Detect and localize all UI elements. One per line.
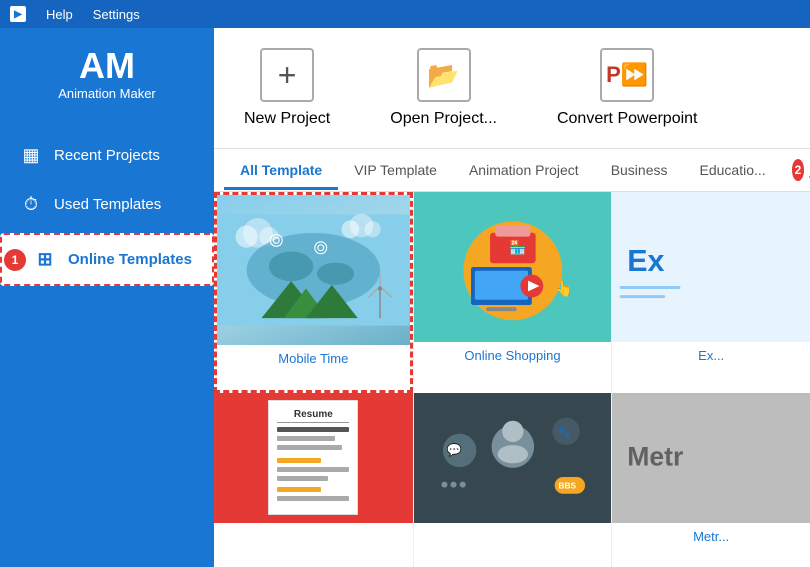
sidebar-item-label-recent: Recent Projects	[54, 147, 160, 164]
resume-thumbnail: Resume	[214, 393, 413, 523]
recent-projects-icon: ▦	[20, 145, 42, 166]
tab-all-template[interactable]: All Template	[224, 150, 338, 190]
action-bar: + New Project 📂 Open Project... P⏩ Conve…	[214, 28, 810, 149]
convert-powerpoint-label: Convert Powerpoint	[557, 110, 698, 128]
social-svg: 💬 🐾 BBS	[414, 393, 612, 523]
svg-text:🐾: 🐾	[557, 426, 570, 438]
template-name-extra2: Metr...	[687, 523, 735, 550]
convert-powerpoint-icon: P⏩	[600, 48, 654, 102]
content-area: + New Project 📂 Open Project... P⏩ Conve…	[214, 28, 810, 567]
sidebar-item-online-templates[interactable]: ⊞ Online Templates	[0, 233, 214, 286]
tab-bar: All Template VIP Template Animation Proj…	[214, 149, 810, 192]
template-card-online-shopping[interactable]: 🏪 👆 Online Shopping	[413, 192, 612, 393]
template-name-mobile-time: Mobile Time	[272, 345, 354, 372]
sidebar-item-label-online: Online Templates	[68, 251, 192, 268]
tab-education[interactable]: Educatio...	[684, 150, 782, 190]
svg-text:💬: 💬	[446, 442, 461, 457]
mobile-time-svg	[217, 195, 410, 345]
svg-text:BBS: BBS	[558, 480, 576, 490]
tab-vip-template[interactable]: VIP Template	[338, 150, 453, 190]
online-shopping-svg: 🏪 👆	[414, 192, 612, 342]
menu-bar: ▶ Help Settings	[0, 0, 810, 28]
online-templates-icon: ⊞	[34, 249, 56, 270]
sidebar-logo: AM Animation Maker	[58, 48, 156, 101]
svg-text:Metr: Metr	[628, 441, 684, 471]
new-project-icon: +	[260, 48, 314, 102]
annotation-badge-2: 2	[792, 159, 805, 181]
logo-text: AM	[79, 48, 135, 84]
extra2-thumbnail: Metr	[612, 393, 810, 523]
mobile-time-thumbnail	[217, 195, 410, 345]
annotation-badge-1: 1	[4, 249, 26, 271]
open-project-button[interactable]: 📂 Open Project...	[390, 48, 497, 128]
social-thumbnail: 💬 🐾 BBS	[414, 393, 612, 523]
tab-business[interactable]: Business	[595, 150, 684, 190]
select-template-label: 2 Select a template	[792, 149, 810, 191]
tab-animation-project[interactable]: Animation Project	[453, 150, 595, 190]
logo-subtitle: Animation Maker	[58, 86, 156, 101]
sidebar-item-recent-projects[interactable]: ▦ Recent Projects	[0, 131, 214, 180]
menu-help[interactable]: Help	[46, 7, 73, 22]
online-shopping-thumbnail: 🏪 👆	[414, 192, 612, 342]
open-project-label: Open Project...	[390, 110, 497, 128]
template-card-mobile-time[interactable]: Mobile Time	[214, 192, 413, 393]
menu-settings[interactable]: Settings	[93, 7, 140, 22]
new-project-label: New Project	[244, 110, 330, 128]
svg-text:Ex: Ex	[628, 244, 665, 278]
extra2-svg: Metr	[612, 393, 810, 523]
sidebar: AM Animation Maker ▦ Recent Projects ⏱ U…	[0, 28, 214, 567]
sidebar-item-label-used: Used Templates	[54, 196, 161, 213]
template-grid: Mobile Time 🏪	[214, 192, 810, 567]
open-project-icon: 📂	[417, 48, 471, 102]
svg-text:👆: 👆	[554, 280, 573, 298]
sidebar-nav: ▦ Recent Projects ⏱ Used Templates 1 ⊞ O…	[0, 131, 214, 290]
template-card-social[interactable]: 💬 🐾 BBS	[413, 393, 612, 567]
new-project-button[interactable]: + New Project	[244, 48, 330, 128]
svg-text:🏪: 🏪	[509, 239, 526, 255]
extra1-thumbnail: Ex	[612, 192, 810, 342]
template-name-online-shopping: Online Shopping	[458, 342, 566, 369]
template-card-resume[interactable]: Resume	[214, 393, 413, 567]
template-card-extra1[interactable]: Ex Ex...	[611, 192, 810, 393]
extra1-svg: Ex	[612, 192, 810, 342]
sidebar-item-used-templates[interactable]: ⏱ Used Templates	[0, 180, 214, 229]
sidebar-annotation-wrapper: 1 ⊞ Online Templates	[0, 233, 214, 286]
convert-powerpoint-button[interactable]: P⏩ Convert Powerpoint	[557, 48, 698, 128]
app-logo-icon: ▶	[10, 6, 26, 22]
template-card-extra2[interactable]: Metr Metr...	[611, 393, 810, 567]
used-templates-icon: ⏱	[20, 194, 42, 215]
template-name-extra1: Ex...	[692, 342, 730, 369]
